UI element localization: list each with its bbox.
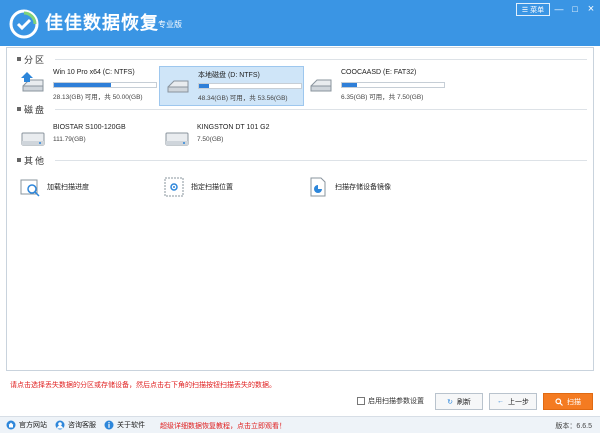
partition-name: Win 10 Pro x64 (C: NTFS) [53,69,135,76]
official-website-label: 官方网站 [19,422,47,429]
usage-bar-fill [54,83,112,87]
section-divider [55,160,587,161]
partition-item-e[interactable]: COOCAASD (E: FAT32) 6.35(GB) 可用，共 7.50(G… [303,66,448,106]
device-image-icon [310,177,326,197]
hard-disk-icon [21,132,45,146]
partition-size: 6.35(GB) 可用，共 7.50(GB) [341,94,424,101]
close-button[interactable]: × [584,3,598,16]
partition-drive-icon [310,79,332,92]
title-bar: 佳佳数据恢复 专业版 ☰ 菜单 — □ × [0,0,600,46]
refresh-button[interactable]: ↻ 刷新 [435,393,483,410]
refresh-icon: ↻ [447,398,453,406]
tutorial-promo-link[interactable]: 超级详细数据恢复教程，点击立即观看！ [160,421,286,431]
support-link[interactable]: 咨询客服 [55,420,96,430]
specify-scan-location-button[interactable]: 指定扫描位置 [163,174,233,200]
arrow-left-icon: ← [497,398,504,405]
section-partitions-label: 分区 [24,54,47,65]
section-caret-icon [17,158,21,162]
app-logo-icon [9,9,39,39]
support-label: 咨询客服 [68,422,96,429]
section-partitions: 分区 [17,53,46,65]
menu-button[interactable]: ☰ 菜单 [516,3,550,16]
section-others-label: 其他 [24,155,47,166]
scan-button[interactable]: 扫描 [543,393,593,410]
partition-usage-bar [198,83,302,89]
support-icon [55,420,65,430]
load-progress-icon [20,179,40,197]
about-label: 关于软件 [117,422,145,429]
section-disks: 磁盘 [17,103,46,115]
disk-name: KINGSTON DT 101 G2 [197,124,270,131]
load-scan-progress-button[interactable]: 加载扫描进度 [19,174,89,200]
about-link[interactable]: 关于软件 [104,420,145,430]
app-title: 佳佳数据恢复 [45,13,159,33]
disk-size: 111.79(GB) [53,136,86,143]
footer-bar: 官方网站 咨询客服 关于软件 超级详细数据恢复教程，点击立即观看！ 版本：6.6… [0,416,600,433]
partition-size: 48.34(GB) 可用，共 53.56(GB) [198,95,288,102]
disk-item-kingston[interactable]: KINGSTON DT 101 G2 7.50(GB) [159,121,304,161]
partition-size: 28.13(GB) 可用，共 50.00(GB) [53,94,143,101]
device-panel: 分区 Win 10 Pro x64 (C: NTFS) 28.13(GB) 可用… [6,47,594,371]
section-caret-icon [17,57,21,61]
tool-label: 扫描存储设备镜像 [335,184,391,191]
home-icon [6,420,16,430]
scan-label: 扫描 [567,398,581,406]
menu-label: 菜单 [530,6,545,14]
partition-drive-icon [167,80,189,93]
app-edition: 专业版 [158,20,182,29]
section-divider [55,109,587,110]
scan-params-label: 启用扫描参数设置 [368,398,424,405]
scan-params-option[interactable]: 启用扫描参数设置 [357,396,424,406]
partition-item-c[interactable]: Win 10 Pro x64 (C: NTFS) 28.13(GB) 可用，共 … [15,66,160,106]
tool-label: 加载扫描进度 [47,184,89,191]
section-disks-label: 磁盘 [24,104,47,115]
partition-name: 本地磁盘 (D: NTFS) [198,72,260,79]
usage-bar-fill [342,83,358,87]
partition-usage-bar [341,82,445,88]
section-divider [55,59,587,60]
version-label: 版本：6.6.5 [555,423,592,430]
section-others: 其他 [17,154,46,166]
info-icon [104,420,114,430]
prev-step-label: 上一步 [508,398,529,406]
partition-item-d[interactable]: 本地磁盘 (D: NTFS) 48.34(GB) 可用，共 53.56(GB) [159,66,304,106]
disk-size: 7.50(GB) [197,136,224,143]
instruction-hint: 请点击选择丢失数据的分区或存储设备，然后点击右下角的扫描按钮扫描丢失的数据。 [10,382,276,389]
scan-location-icon [164,177,184,197]
menu-icon: ☰ [521,6,529,14]
maximize-button[interactable]: □ [568,3,582,16]
partition-usage-bar [53,82,157,88]
disk-name: BIOSTAR S100-120GB [53,124,126,131]
search-icon [555,397,563,406]
usage-bar-fill [199,84,210,88]
scan-device-image-button[interactable]: 扫描存储设备镜像 [307,174,391,200]
tool-label: 指定扫描位置 [191,184,233,191]
section-caret-icon [17,107,21,111]
partition-drive-icon [21,72,44,92]
official-website-link[interactable]: 官方网站 [6,420,47,430]
partition-name: COOCAASD (E: FAT32) [341,69,417,76]
prev-step-button[interactable]: ← 上一步 [489,393,537,410]
hard-disk-icon [165,132,189,146]
scan-params-checkbox[interactable] [357,397,365,405]
refresh-label: 刷新 [456,398,471,406]
minimize-button[interactable]: — [552,3,566,16]
